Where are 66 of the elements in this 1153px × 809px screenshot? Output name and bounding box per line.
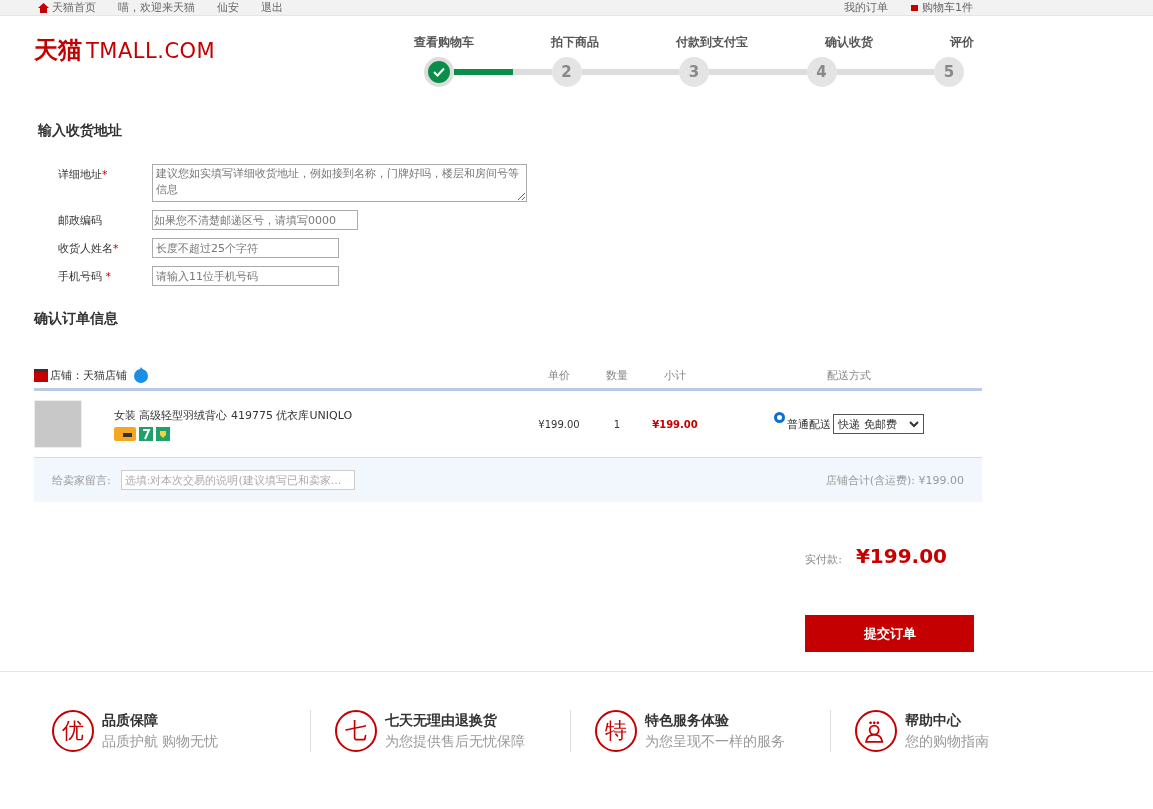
step-label: 评价 bbox=[950, 34, 974, 51]
address-textarea[interactable]: 建议您如实填写详细收货地址，例如接到名称，门牌好吗，楼层和房间号等信息 bbox=[152, 164, 527, 202]
input-field[interactable]: 长度不超过25个字符 bbox=[152, 238, 339, 258]
top-link[interactable]: 仙安 bbox=[217, 0, 239, 15]
shipping-dropdown[interactable]: 快递 免邮费 bbox=[833, 414, 924, 434]
feature-title: 帮助中心 bbox=[905, 711, 962, 730]
field-label: 详细地址* bbox=[58, 167, 109, 182]
column-header: 小计 bbox=[663, 367, 687, 383]
step-number: 5 bbox=[934, 57, 964, 87]
quantity: 1 bbox=[612, 418, 622, 430]
column-header: 单价 bbox=[547, 367, 571, 383]
feature-subtitle: 为您提供售后无忧保障 bbox=[385, 732, 525, 751]
field-label: 邮政编码 bbox=[58, 213, 103, 228]
message-field[interactable]: 选填:对本次交易的说明(建议填写已和卖家... bbox=[120, 470, 355, 490]
chat-bubble-icon[interactable] bbox=[133, 367, 149, 383]
step-number: 4 bbox=[806, 57, 837, 87]
unit-price: ¥199.00 bbox=[537, 418, 581, 430]
top-link[interactable]: 购物车1件 bbox=[910, 0, 973, 15]
step-label: 拍下商品 bbox=[551, 34, 599, 51]
person-icon bbox=[855, 710, 897, 752]
shop-total: 店铺合计(含运费): ¥199.00 bbox=[825, 472, 964, 488]
feature-title: 特色服务体验 bbox=[645, 711, 730, 730]
column-header: 数量 bbox=[605, 367, 629, 383]
badge-glyph: 特 bbox=[595, 710, 637, 752]
cart-icon bbox=[910, 2, 919, 13]
message-label: 给卖家留言: bbox=[52, 472, 111, 488]
home-icon bbox=[38, 2, 49, 13]
shield-icon bbox=[156, 426, 170, 441]
logo-brand[interactable]: 天猫 bbox=[34, 34, 82, 66]
subtotal: ¥199.00 bbox=[651, 418, 699, 430]
progress-fill bbox=[454, 69, 513, 75]
shop-icon bbox=[34, 368, 48, 382]
top-link[interactable]: 天猫首页 bbox=[38, 0, 96, 15]
shipping-radio[interactable] bbox=[774, 412, 786, 423]
feature-title: 七天无理由退换货 bbox=[385, 711, 498, 730]
step-number: 2 bbox=[551, 57, 582, 87]
input-field[interactable]: 请输入11位手机号码 bbox=[152, 266, 339, 286]
feature-subtitle: 您的购物指南 bbox=[905, 732, 989, 751]
top-link[interactable]: 我的订单 bbox=[844, 0, 888, 15]
step-label: 确认收货 bbox=[825, 34, 873, 51]
shop-name[interactable]: 店铺：天猫店铺 bbox=[50, 367, 127, 383]
field-label: 手机号码 * bbox=[58, 269, 112, 284]
top-link[interactable]: 喵，欢迎来天猫 bbox=[118, 0, 195, 15]
step-label: 查看购物车 bbox=[414, 34, 474, 51]
feature-subtitle: 品质护航 购物无忧 bbox=[102, 732, 219, 751]
seven-day-icon bbox=[139, 426, 153, 441]
badge-glyph: 七 bbox=[335, 710, 377, 752]
column-header: 配送方式 bbox=[826, 367, 872, 383]
card-icon bbox=[114, 426, 136, 441]
top-link[interactable]: 退出 bbox=[261, 0, 283, 15]
shipping-option: 普通配送 bbox=[787, 416, 832, 432]
product-name[interactable]: 女装 高级轻型羽绒背心 419775 优衣库UNIQLO bbox=[114, 407, 519, 423]
submit-order-button[interactable]: 提交订单 bbox=[805, 615, 974, 652]
input-field[interactable]: 如果您不清楚邮递区号，请填写0000 bbox=[152, 210, 358, 230]
step-number: 3 bbox=[679, 57, 709, 87]
badge-glyph: 优 bbox=[52, 710, 94, 752]
feature-title: 品质保障 bbox=[102, 711, 159, 730]
field-label: 收货人姓名* bbox=[58, 241, 120, 256]
payment-amount: ¥199.00 bbox=[855, 544, 947, 568]
logo-domain: TMALL.COM bbox=[86, 39, 216, 63]
chevron-down-icon bbox=[908, 420, 919, 428]
section-title: 输入收货地址 bbox=[38, 122, 123, 140]
section-title: 确认订单信息 bbox=[34, 310, 119, 328]
step-label: 付款到支付宝 bbox=[676, 34, 748, 51]
feature-subtitle: 为您呈现不一样的服务 bbox=[645, 732, 785, 751]
payment-label: 实付款: bbox=[805, 552, 842, 567]
